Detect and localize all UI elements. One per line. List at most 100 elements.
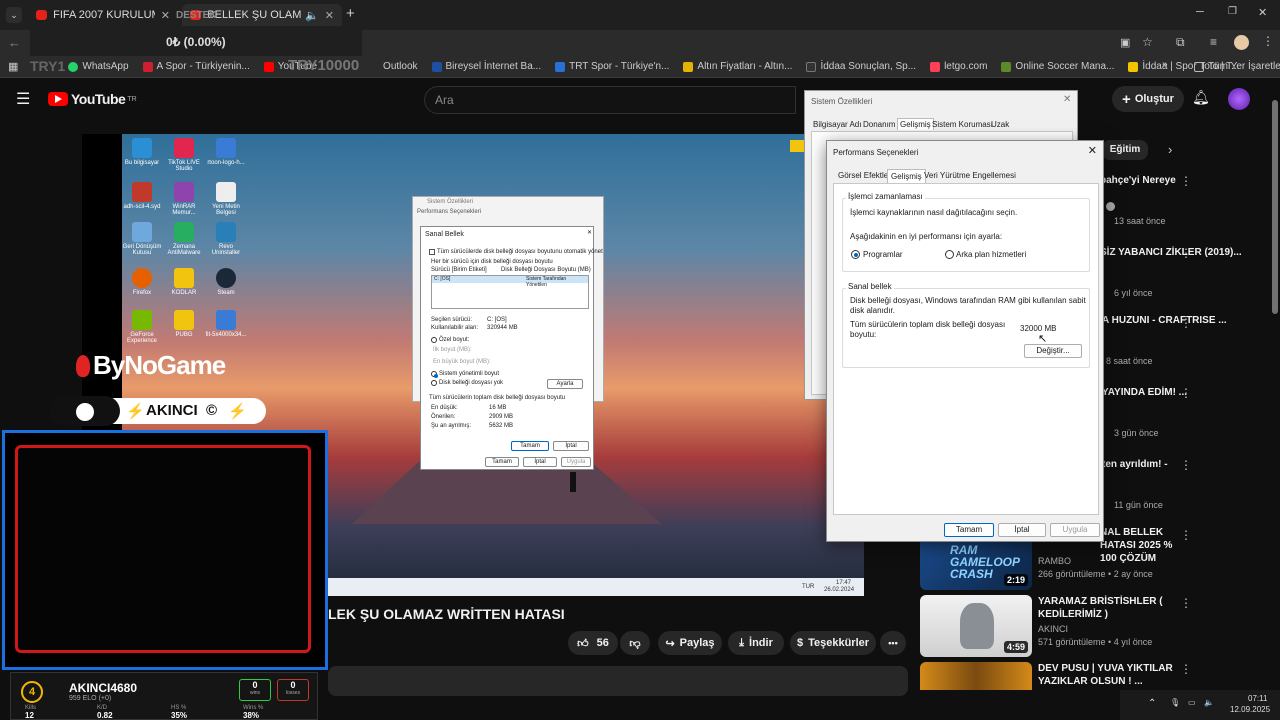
rec-title[interactable]: DEV PUSU | YUVA YIKTILAR YAZIKLAR OLSUN … (1038, 662, 1178, 688)
no-paging-radio[interactable] (431, 380, 437, 386)
scrollbar-thumb[interactable] (1272, 100, 1278, 314)
bookmark-bireysel[interactable]: Bireysel İnternet Ba... (431, 61, 541, 72)
bookmark-altin[interactable]: Altın Fiyatları - Altın... (683, 61, 792, 72)
system-managed-radio[interactable] (431, 371, 438, 378)
chip-next-icon[interactable]: › (1168, 142, 1172, 157)
close-tab-icon[interactable]: ✕ (325, 9, 334, 22)
dislike-button[interactable]: 👎︎ (620, 631, 650, 655)
auto-manage-checkbox[interactable] (429, 249, 435, 255)
tab-search-icon[interactable]: ⌄ (6, 7, 22, 23)
tab-hardware[interactable]: Donanım (863, 120, 895, 129)
description-box[interactable] (328, 666, 908, 696)
back-arrow-icon[interactable]: ← (8, 35, 21, 50)
computer-icon[interactable] (132, 138, 152, 158)
rec-title[interactable]: YARAMAZ BRİSTİSHLER ( KEDİLERİMİZ ) (1038, 595, 1174, 621)
drive-list[interactable]: C: [OS] Sistem Tarafından Yönetilen (431, 275, 589, 309)
mini-cancel-button-2[interactable]: İptal (523, 457, 557, 467)
bookmark-iddaa-sonuc[interactable]: İddaa Sonuçlan, Sp... (806, 61, 916, 72)
tiktok-icon[interactable] (174, 138, 194, 158)
rec-title[interactable]: bahçe'yi Nereye (1100, 174, 1250, 187)
share-button[interactable]: ↪ Paylaş (658, 631, 722, 655)
close-icon[interactable]: ✕ (1088, 144, 1097, 157)
chevron-up-icon[interactable]: ⌃ (1148, 698, 1156, 709)
more-options-icon[interactable]: ⋮ (1180, 662, 1192, 676)
close-tab-icon[interactable]: ✕ (161, 9, 170, 22)
volume-icon[interactable]: 🔈 (1204, 698, 1214, 707)
rec-title[interactable]: SİZ YABANCI ZİKLER (2019)... (1100, 246, 1250, 259)
image-file-icon[interactable] (216, 138, 236, 158)
rec-thumbnail[interactable]: 4:59 (920, 595, 1032, 657)
firefox-icon[interactable] (132, 268, 152, 288)
cancel-button[interactable]: İptal (998, 523, 1046, 537)
rec-title[interactable]: ten ayrıldım! - (1102, 458, 1252, 471)
more-options-icon[interactable]: ⋮ (1180, 596, 1192, 610)
tab-dep[interactable]: Veri Yürütme Engellemesi (921, 169, 1019, 182)
tab-advanced[interactable]: Gelişmiş (887, 169, 926, 183)
close-window-icon[interactable]: ✕ (1258, 6, 1267, 19)
text-file-icon[interactable] (216, 182, 236, 202)
hamburger-menu-icon[interactable]: ☰ (16, 89, 30, 109)
apps-grid-icon[interactable]: ▦ (8, 60, 18, 73)
steam-icon[interactable] (216, 268, 236, 288)
more-bookmarks-icon[interactable]: » (1162, 59, 1168, 70)
rec-title[interactable]: NAL BELLEK HATASI 2025 % 100 ÇÖZÜM (1100, 526, 1178, 565)
mini-ok-button[interactable]: Tamam (511, 441, 549, 451)
speaker-icon[interactable]: 🔈 (305, 9, 319, 22)
rec-title[interactable]: YAYINDA EDİM! ... (1102, 386, 1252, 399)
network-icon[interactable]: ▭ (1188, 698, 1196, 707)
bookmark-letgo[interactable]: letgo.com (930, 61, 987, 72)
new-tab-button[interactable]: + (346, 5, 355, 22)
apply-button[interactable]: Uygula (1050, 523, 1100, 537)
tab-advanced[interactable]: Gelişmiş (897, 118, 934, 130)
download-button[interactable]: ⤓ İndir (728, 631, 784, 655)
tab-system-protection[interactable]: Sistem Koruması (932, 120, 993, 129)
bookmark-osm[interactable]: Online Soccer Mana... (1001, 61, 1114, 72)
drive-row-selected[interactable]: C: [OS] Sistem Tarafından Yönetilen (432, 276, 588, 288)
minimize-icon[interactable]: ─ (1196, 6, 1204, 18)
thanks-button[interactable]: $ Teşekkürler (790, 631, 876, 655)
bell-icon[interactable]: 🔔︎ (1192, 89, 1210, 106)
create-button[interactable]: + Oluştur (1112, 86, 1184, 112)
programs-radio[interactable] (851, 250, 860, 259)
custom-size-radio[interactable] (431, 337, 437, 343)
profile-avatar[interactable] (1234, 35, 1249, 50)
more-options-icon[interactable]: ⋮ (1180, 316, 1192, 330)
folder-icon[interactable] (174, 268, 194, 288)
change-button[interactable]: Değiştir... (1024, 344, 1082, 358)
tab-remote[interactable]: Uzak (991, 120, 1009, 129)
extensions-icon[interactable]: ⧉ (1176, 35, 1185, 50)
cast-icon[interactable]: ▣ (1120, 36, 1130, 49)
bookmark-whatsapp[interactable]: WhatsApp (68, 61, 129, 72)
menu-kebab-icon[interactable]: ⋮ (1262, 34, 1274, 48)
chip-egitim[interactable]: Eğitim (1102, 140, 1148, 160)
revo-icon[interactable] (216, 222, 236, 242)
more-options-icon[interactable]: ⋮ (1180, 174, 1192, 188)
channel-avatar[interactable] (1228, 88, 1250, 110)
close-icon[interactable]: ✕ (1063, 94, 1071, 105)
bookmark-aspor[interactable]: A Spor - Türkiyenin... (142, 61, 250, 72)
geforce-icon[interactable] (132, 310, 152, 330)
rec-thumbnail[interactable] (920, 662, 1032, 690)
all-bookmarks[interactable]: Tüm Yer İşaretleri (1194, 61, 1280, 72)
tab-fifa[interactable]: FIFA 2007 KURULUMU - HATA Ç ✕ (28, 4, 178, 26)
media-icon[interactable]: ≡ (1210, 35, 1217, 49)
recycle-bin-icon[interactable] (132, 222, 152, 242)
more-options-icon[interactable]: ⋮ (1180, 246, 1192, 260)
winrar-icon[interactable] (174, 182, 194, 202)
pdf-icon[interactable] (132, 182, 152, 202)
ok-button[interactable]: Tamam (944, 523, 994, 537)
like-button[interactable]: 👍︎ 56 (568, 631, 618, 655)
bookmark-trtspor[interactable]: TRT Spor - Türkiye'n... (555, 61, 669, 72)
maximize-icon[interactable]: ❐ (1228, 6, 1237, 17)
tab-visual-effects[interactable]: Görsel Efektler (835, 169, 894, 182)
search-input[interactable]: Ara (424, 86, 796, 114)
background-services-radio[interactable] (945, 250, 954, 259)
microphone-icon[interactable]: 🎙︎ (1170, 698, 1180, 707)
mini-cancel-button[interactable]: İptal (553, 441, 589, 451)
folder-icon[interactable] (174, 310, 194, 330)
tab-computer-name[interactable]: Bilgisayar Adı (813, 120, 861, 129)
set-button[interactable]: Ayarla (547, 379, 583, 389)
star-icon[interactable]: ☆ (1142, 35, 1153, 49)
mini-ok-button-2[interactable]: Tamam (485, 457, 519, 467)
mini-apply-button[interactable]: Uygula (561, 457, 591, 467)
